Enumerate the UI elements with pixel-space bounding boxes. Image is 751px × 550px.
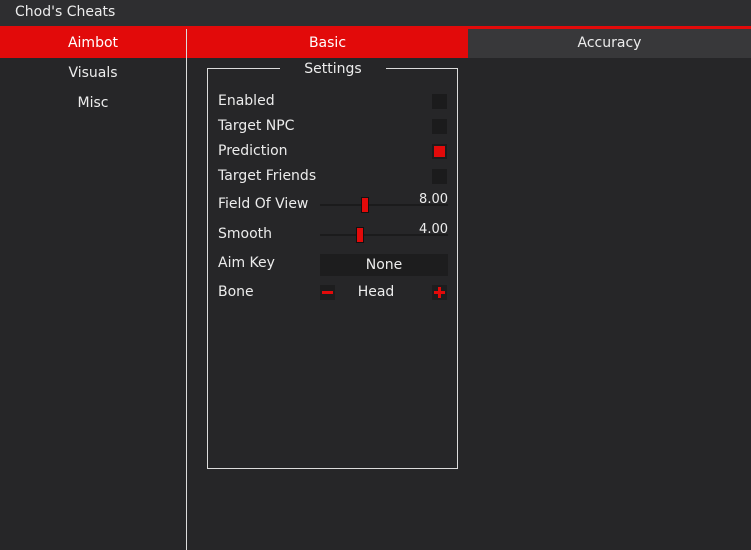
sidebar-item-aimbot[interactable]: Aimbot — [0, 29, 186, 58]
enabled-label: Enabled — [218, 93, 275, 109]
target-friends-checkbox[interactable] — [432, 169, 447, 184]
sidebar-divider — [186, 29, 187, 550]
target-npc-label: Target NPC — [218, 118, 295, 134]
field-of-view-slider-handle[interactable] — [361, 197, 369, 213]
sidebar-item-misc[interactable]: Misc — [0, 89, 186, 118]
bone-decrement-button[interactable] — [320, 285, 335, 300]
settings-title: Settings — [280, 60, 386, 78]
smooth-slider[interactable] — [320, 234, 448, 236]
bone-value: Head — [357, 284, 395, 300]
sidebar-item-visuals[interactable]: Visuals — [0, 59, 186, 88]
prediction-checkbox[interactable] — [432, 144, 447, 159]
field-of-view-label: Field Of View — [218, 196, 309, 212]
tab-accuracy[interactable]: Accuracy — [468, 29, 751, 58]
target-npc-checkbox[interactable] — [432, 119, 447, 134]
bone-increment-button[interactable] — [432, 285, 447, 300]
tab-basic[interactable]: Basic — [187, 29, 468, 58]
prediction-label: Prediction — [218, 143, 288, 159]
smooth-slider-handle[interactable] — [356, 227, 364, 243]
window-title: Chod's Cheats — [15, 4, 116, 20]
aim-key-button[interactable]: None — [320, 254, 448, 276]
smooth-label: Smooth — [218, 226, 273, 242]
target-friends-label: Target Friends — [218, 168, 317, 184]
enabled-checkbox[interactable] — [432, 94, 447, 109]
aim-key-label: Aim Key — [218, 255, 275, 271]
title-bar: Chod's Cheats — [0, 0, 751, 26]
bone-label: Bone — [218, 284, 254, 300]
field-of-view-slider[interactable] — [320, 204, 448, 206]
minus-icon — [322, 291, 333, 294]
